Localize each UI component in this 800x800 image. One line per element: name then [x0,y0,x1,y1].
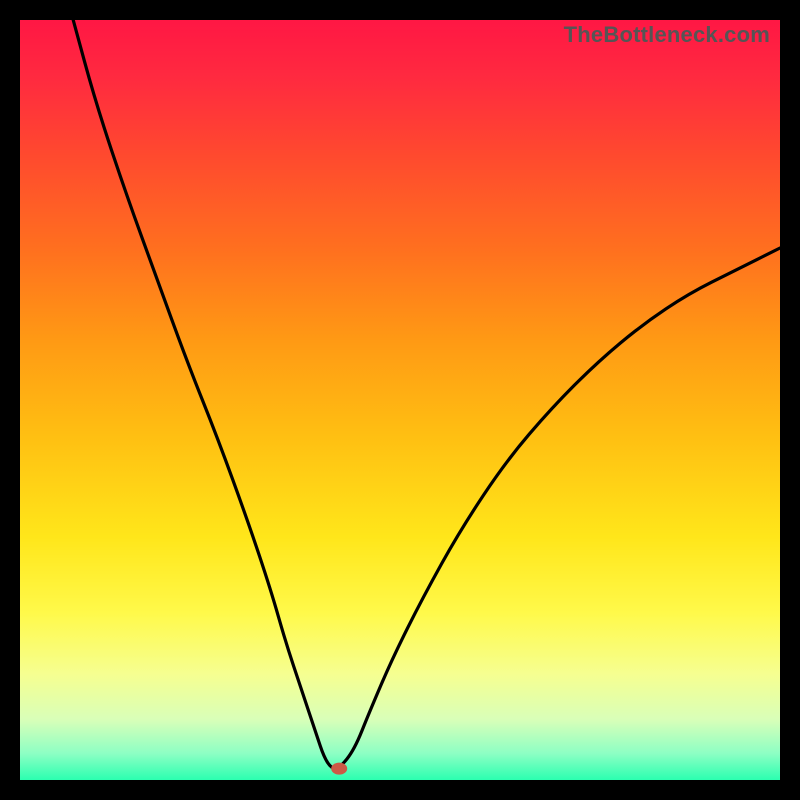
watermark-text: TheBottleneck.com [564,22,770,48]
bottleneck-chart [20,20,780,780]
gradient-background [20,20,780,780]
chart-frame: TheBottleneck.com [20,20,780,780]
optimum-marker-icon [331,763,347,775]
